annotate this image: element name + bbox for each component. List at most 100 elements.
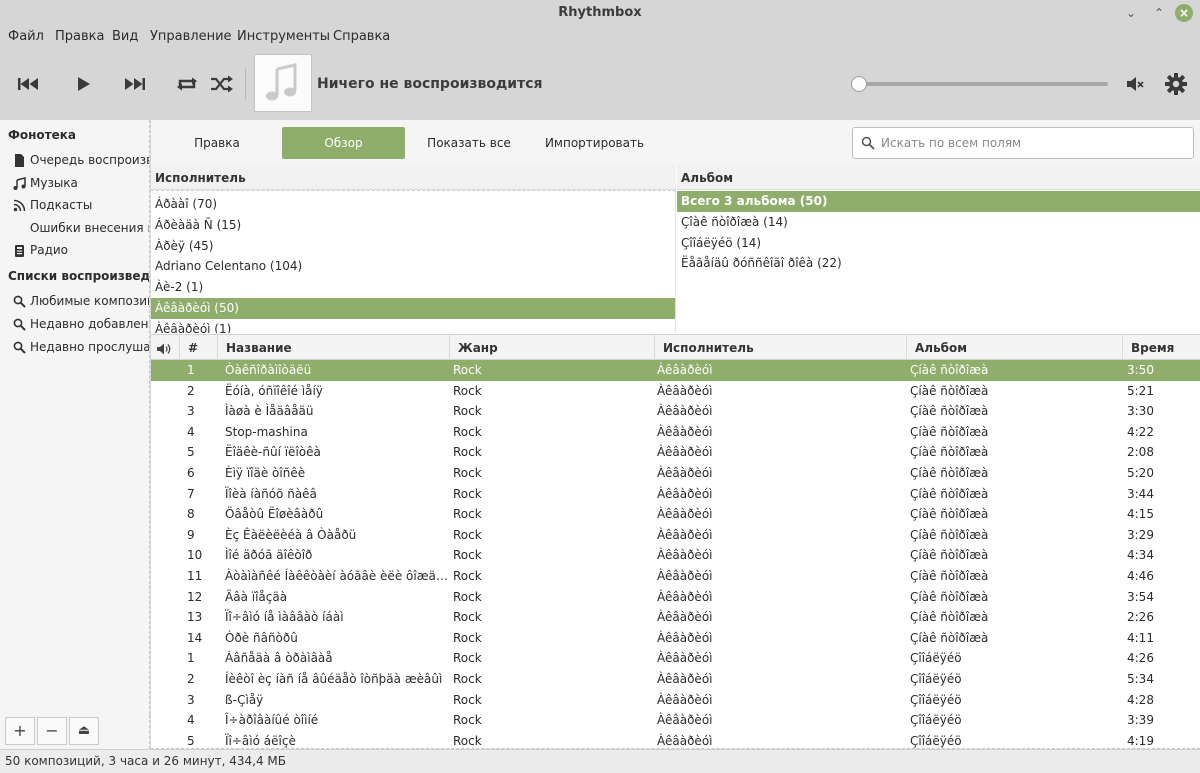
album-list-item[interactable]: Всего 3 альбома (50) — [677, 191, 1200, 212]
repeat-icon[interactable] — [172, 70, 202, 98]
track-album: Çíàê ñòîðîæà — [910, 569, 989, 583]
track-genre: Rock — [453, 527, 482, 542]
track-time: 4:22 — [1127, 424, 1154, 439]
table-row[interactable]: 5 Ëîäêè-ñûí ïëîòêà Rock Àêâàðèóì Çíàê ñòîðîæ… — [151, 442, 1200, 463]
track-artist: Àêâàðèóì — [657, 713, 713, 728]
menu-control[interactable]: Управление — [150, 29, 232, 44]
album-list-item[interactable]: Çîàê ñòîðîæà (14) — [677, 212, 1200, 233]
track-time: 4:28 — [1127, 692, 1154, 707]
album-column-header[interactable]: Альбом — [906, 335, 1122, 361]
gear-icon[interactable] — [1164, 72, 1188, 96]
album-list-item[interactable]: Ëåãåíäû ðóññêîãî ðîêà (22) — [677, 253, 1200, 274]
track-album: Çíàê ñòîðîæà — [910, 589, 989, 604]
table-row[interactable]: 2 Ëóíà, óñïîêîé ìåíÿ Rock Àêâàðèóì Çíàê ñòîð… — [151, 381, 1200, 402]
sidebar-item-radio[interactable]: Радио — [13, 240, 68, 260]
minimize-icon[interactable]: ⌄ — [1122, 4, 1140, 22]
track-time: 3:50 — [1127, 363, 1154, 377]
track-number: 12 — [187, 589, 203, 604]
artist-list-item[interactable]: Àè-2 (1) — [151, 277, 675, 298]
sidebar-item-import-errors[interactable]: Ошибки внесения в фонотеку — [30, 218, 149, 238]
track-album: Çîîáëÿéö — [910, 733, 962, 748]
table-row[interactable]: 3 Ìàøà è Ìåäâåäü Rock Àêâàðèóì Çíàê ñòîðîæà 3… — [151, 401, 1200, 422]
sidebar-item-recently-played[interactable]: Недавно прослушанные — [13, 337, 149, 357]
table-row[interactable]: 13 Ïî÷âìó íå ìàââàò íáàì Rock Àêâàðèóì Çíàê … — [151, 607, 1200, 628]
menu-tools[interactable]: Инструменты — [237, 29, 330, 44]
menu-view[interactable]: Вид — [112, 29, 138, 44]
table-row[interactable]: 10 Ìîé äðóã äîêòîð Rock Àêâàðèóì Çíàê ñòîðîæ… — [151, 545, 1200, 566]
table-row[interactable]: 7 Ïîèà íàñóõ ñàêâ Rock Àêâàðèóì Çíàê ñòîðîæà… — [151, 484, 1200, 505]
search-box[interactable] — [852, 127, 1194, 159]
track-genre: Rock — [453, 713, 482, 728]
edit-button[interactable]: Правка — [159, 127, 275, 159]
table-row[interactable]: 6 Èìÿ ïîäè òîñêè Rock Àêâàðèóì Çíàê ñòîðîæà 5… — [151, 463, 1200, 484]
play-icon[interactable] — [68, 70, 98, 98]
track-number: 5 — [187, 445, 195, 460]
track-artist: Àêâàðèóì — [657, 651, 713, 666]
sidebar-item-favorites[interactable]: Любимые композиции — [13, 291, 149, 311]
track-title: Àòàìàñêé Íàêêòàèí àóãâè èëè ôîæäâíèâ ç… — [225, 569, 449, 583]
previous-track-icon[interactable] — [13, 70, 43, 98]
album-list-item[interactable]: Çîîáëÿéö (14) — [677, 233, 1200, 254]
table-row[interactable]: 9 Èç Êàëèëèéà â Òàåðü Rock Àêâàðèóì Çíàê ñòî… — [151, 525, 1200, 546]
table-row[interactable]: 3 ß-Çìåÿ Rock Àêâàðèóì Çîîáëÿéö 4:28 — [151, 690, 1200, 711]
remove-playlist-button[interactable]: − — [37, 717, 67, 745]
track-time: 3:29 — [1127, 527, 1154, 542]
search-input[interactable] — [881, 134, 1181, 152]
track-time: 4:15 — [1127, 507, 1154, 522]
artist-list-item[interactable]: Adriano Celentano (104) — [151, 256, 675, 277]
table-row[interactable]: 2 Íèêòî èç íàñ íå âûéäåò îòñþäà æèâûì Rock… — [151, 669, 1200, 690]
table-row[interactable]: 1 Áâñåäà â òðàìâàå Rock Àêâàðèóì Çîîáëÿéö 4:2… — [151, 648, 1200, 669]
track-artist: Àêâàðèóì — [657, 692, 713, 707]
track-artist: Àêâàðèóì — [657, 363, 713, 377]
menu-help[interactable]: Справка — [333, 29, 390, 44]
number-column-header[interactable]: # — [179, 335, 217, 361]
add-playlist-button[interactable]: + — [5, 717, 35, 745]
track-artist: Àêâàðèóì — [657, 548, 713, 563]
sidebar-item-music[interactable]: Музыка — [13, 173, 78, 193]
track-number: 14 — [187, 630, 203, 645]
artist-list-item[interactable]: Áðààî (70) — [151, 194, 675, 215]
table-row[interactable]: 14 Òðè ñâñòðû Rock Àêâàðèóì Çíàê ñòîðîæà 4:11 — [151, 628, 1200, 649]
artist-list-item[interactable]: Àðèÿ (45) — [151, 236, 675, 257]
table-row[interactable]: 8 Öâåòû Ëîøèâàðû Rock Àêâàðèóì Çíàê ñòîðîæà 4… — [151, 504, 1200, 525]
track-number: 6 — [187, 466, 195, 480]
table-row[interactable]: 5 Ïî÷âìó áëîçè Rock Àêâàðèóì Çîîáëÿéö 4:19 — [151, 731, 1200, 748]
sidebar-item-recently-added[interactable]: Недавно добавленные — [13, 314, 149, 334]
shuffle-icon[interactable] — [207, 70, 237, 98]
table-row[interactable]: 11 Àòàìàñêé Íàêêòàèí àóãâè èëè ôîæäâíèâ ç… — [151, 566, 1200, 587]
maximize-icon[interactable]: ⌃ — [1150, 4, 1168, 22]
browse-button[interactable]: Обзор — [282, 127, 405, 159]
table-row[interactable]: 4 Stop-mashina Rock Àêâàðèóì Çíàê ñòîðîæà 4:2… — [151, 422, 1200, 443]
genre-column-header[interactable]: Жанр — [449, 335, 654, 361]
time-column-header[interactable]: Время — [1122, 335, 1200, 361]
artist-column-header[interactable]: Исполнитель — [654, 335, 906, 361]
track-number: 11 — [187, 569, 203, 583]
playing-column-header[interactable] — [151, 335, 179, 361]
table-row[interactable]: 1 Òàêñîðàìîòäëü Rock Àêâàðèóì Çíàê ñòîðîæà 3:… — [151, 360, 1200, 381]
menu-edit[interactable]: Правка — [55, 29, 104, 44]
volume-muted-icon[interactable] — [1125, 74, 1145, 94]
sidebar-item-queue[interactable]: Очередь воспроизведения — [13, 150, 149, 170]
eject-button[interactable]: ⏏ — [69, 717, 99, 745]
speaker-icon — [156, 341, 172, 355]
import-button[interactable]: Импортировать — [531, 127, 658, 159]
track-title: Ìàøà è Ìåäâåäü — [225, 404, 314, 419]
title-column-header[interactable]: Название — [217, 335, 449, 361]
table-row[interactable]: 12 Äâà ïîåçäà Rock Àêâàðèóì Çíàê ñòîðîæà 3:54 — [151, 587, 1200, 608]
artist-list-item[interactable]: Àêâàðèóì (50) — [151, 298, 675, 319]
close-icon[interactable]: × — [1175, 4, 1193, 22]
artist-column-header[interactable]: Исполнитель — [151, 165, 676, 190]
track-artist: Àêâàðèóì — [657, 404, 713, 419]
track-genre: Rock — [453, 445, 482, 460]
track-artist: Àêâàðèóì — [657, 507, 713, 522]
table-row[interactable]: 4 Î÷àðîâàíûé òîìíé Rock Àêâàðèóì Çîîáëÿéö 3:3… — [151, 710, 1200, 731]
next-track-icon[interactable] — [120, 70, 150, 98]
artist-list-item[interactable]: Áðèàäà Ñ (15) — [151, 215, 675, 236]
album-column-header[interactable]: Альбом — [677, 165, 1200, 190]
show-all-button[interactable]: Показать все — [413, 127, 525, 159]
seek-slider[interactable] — [851, 76, 1108, 92]
sidebar-item-podcasts[interactable]: Подкасты — [13, 195, 92, 215]
menu-file[interactable]: Файл — [8, 29, 44, 44]
seek-handle[interactable] — [851, 76, 867, 92]
artist-list-item[interactable]: Àêâàðèóì (1) — [151, 319, 675, 333]
